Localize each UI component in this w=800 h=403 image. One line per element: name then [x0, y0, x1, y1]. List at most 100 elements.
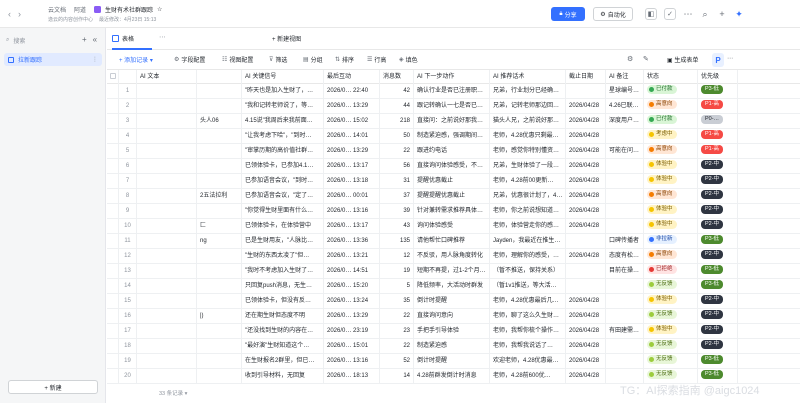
- table-cell[interactable]: 4.26已联…: [606, 99, 644, 114]
- breadcrumb-item[interactable]: 云文档: [48, 5, 66, 14]
- table-cell[interactable]: [137, 159, 197, 174]
- table-row[interactable]: 16 |) 还在期生财但态度不明 2026/0… 13:29 22 直接询问意向 老师，聊了…: [107, 309, 800, 324]
- status-cell[interactable]: 高意向: [644, 189, 698, 204]
- status-cell[interactable]: 非拉新: [644, 234, 698, 249]
- table-cell[interactable]: 老师，4.28前00更新…: [490, 174, 566, 189]
- table-cell[interactable]: [197, 354, 242, 369]
- table-cell[interactable]: 2026/0… 13:16: [324, 354, 380, 369]
- table-row[interactable]: 9 "你觉得生财里面有什么… 2026/0… 13:16 39 针对兼转需求推荐具体… 老…: [107, 204, 800, 219]
- row-checkbox-cell[interactable]: [107, 99, 119, 114]
- row-index[interactable]: 11: [119, 234, 137, 249]
- table-row[interactable]: 12 "生财的东西太凌了"但… 2026/0… 13:21 12 不反驳，用人脉角度转化…: [107, 249, 800, 264]
- row-index[interactable]: 6: [119, 159, 137, 174]
- column-header[interactable]: AI 下一步动作: [414, 70, 490, 84]
- table-cell[interactable]: [137, 114, 197, 129]
- table-cell[interactable]: 2026/0… 15:02: [324, 114, 380, 129]
- table-cell[interactable]: 老师，体验营走你的感…: [490, 219, 566, 234]
- table-row[interactable]: 15 已领体验卡，但没有反… 2026/0… 13:24 35 倒计时提醒 老师，4.28…: [107, 294, 800, 309]
- column-header[interactable]: AI 关键信号: [242, 70, 324, 84]
- table-cell[interactable]: 23: [380, 324, 414, 339]
- table-cell[interactable]: 还在期生财但态度不明: [242, 309, 324, 324]
- row-checkbox-cell[interactable]: [107, 354, 119, 369]
- table-cell[interactable]: [606, 204, 644, 219]
- table-cell[interactable]: 头人06: [197, 114, 242, 129]
- table-cell[interactable]: 50: [380, 129, 414, 144]
- table-cell[interactable]: 猫头人兄，之前说好那…: [490, 114, 566, 129]
- row-checkbox-cell[interactable]: [107, 279, 119, 294]
- status-cell[interactable]: 无反馈: [644, 279, 698, 294]
- table-cell[interactable]: （暂1v1推送，等大活…: [490, 279, 566, 294]
- row-checkbox-cell[interactable]: [107, 234, 119, 249]
- table-cell[interactable]: 2026/04/28: [566, 369, 606, 384]
- table-cell[interactable]: 老师，我帮你梳个操作…: [490, 324, 566, 339]
- table-cell[interactable]: 星球编号…: [606, 84, 644, 99]
- table-row[interactable]: 6 已领体验卡，已参加4.1… 2026/0… 13:17 56 直接询问体验感受，不……: [107, 159, 800, 174]
- table-cell[interactable]: 提醒优惠截止: [414, 174, 490, 189]
- sidebar-search[interactable]: ⌕ 搜索: [6, 36, 25, 45]
- table-cell[interactable]: 2026/04/28: [566, 204, 606, 219]
- priority-cell[interactable]: P3-低: [698, 234, 738, 249]
- checkbox-icon[interactable]: [110, 72, 116, 79]
- column-header[interactable]: [197, 70, 242, 84]
- table-cell[interactable]: 4.28前群发倒计时消息: [414, 369, 490, 384]
- table-cell[interactable]: 2五法拉利: [197, 189, 242, 204]
- table-cell[interactable]: 态度有松…: [606, 249, 644, 264]
- status-cell[interactable]: 无反馈: [644, 354, 698, 369]
- table-cell[interactable]: 兄弟，行业划分已经确…: [490, 84, 566, 99]
- table-cell[interactable]: 已参加语音会议，"到时…: [242, 174, 324, 189]
- table-cell[interactable]: [197, 84, 242, 99]
- row-checkbox-cell[interactable]: [107, 159, 119, 174]
- priority-cell[interactable]: P2-中: [698, 249, 738, 264]
- table-cell[interactable]: 跟记转确认一七是否已…: [414, 99, 490, 114]
- row-index[interactable]: 7: [119, 174, 137, 189]
- row-checkbox-cell[interactable]: [107, 144, 119, 159]
- table-cell[interactable]: 2026/0… 13:17: [324, 219, 380, 234]
- table-cell[interactable]: 2026/04/28: [566, 99, 606, 114]
- table-cell[interactable]: 2026/0… 13:16: [324, 204, 380, 219]
- priority-cell[interactable]: P2-中: [698, 324, 738, 339]
- table-cell[interactable]: [606, 219, 644, 234]
- priority-cell[interactable]: P2-中: [698, 294, 738, 309]
- table-cell[interactable]: [566, 234, 606, 249]
- table-cell[interactable]: 针对兼转需求推荐具体…: [414, 204, 490, 219]
- priority-cell[interactable]: P1-高: [698, 129, 738, 144]
- status-cell[interactable]: 高意向: [644, 144, 698, 159]
- ai-sparkle-icon[interactable]: ✦: [734, 9, 744, 20]
- check-icon[interactable]: ✓: [664, 8, 676, 20]
- priority-cell[interactable]: P3-低: [698, 264, 738, 279]
- table-cell[interactable]: [137, 84, 197, 99]
- row-checkbox-cell[interactable]: [107, 174, 119, 189]
- priority-cell[interactable]: P1-高: [698, 144, 738, 159]
- table-row[interactable]: 1 "昨天也是加入生财了，… 2026/0… 22:40 42 确认行业是否已注册职… 兄…: [107, 84, 800, 99]
- breadcrumb-item[interactable]: 阿道: [74, 5, 86, 14]
- row-checkbox-cell[interactable]: [107, 264, 119, 279]
- row-index[interactable]: 8: [119, 189, 137, 204]
- group-button[interactable]: ▤ 分组: [303, 55, 323, 64]
- column-header[interactable]: 截止日期: [566, 70, 606, 84]
- status-cell[interactable]: 体验中: [644, 159, 698, 174]
- table-cell[interactable]: 2026/0… 13:29: [324, 99, 380, 114]
- table-cell[interactable]: [197, 159, 242, 174]
- table-cell[interactable]: [137, 174, 197, 189]
- table-cell[interactable]: 22: [380, 309, 414, 324]
- table-cell[interactable]: 老师，4.28前600优…: [490, 369, 566, 384]
- table-cell[interactable]: 2026/0… 13:21: [324, 249, 380, 264]
- table-cell[interactable]: 2026/04/28: [566, 249, 606, 264]
- forward-arrow-icon[interactable]: ›: [18, 9, 21, 19]
- table-cell[interactable]: 口碑传播者: [606, 234, 644, 249]
- table-cell[interactable]: "我和记转老师说了，等…: [242, 99, 324, 114]
- table-cell[interactable]: 已领体验卡，在体验营中: [242, 219, 324, 234]
- table-cell[interactable]: 2026/0… 13:18: [324, 174, 380, 189]
- table-cell[interactable]: 可能在问…: [606, 144, 644, 159]
- table-cell[interactable]: [566, 279, 606, 294]
- table-cell[interactable]: [137, 144, 197, 159]
- table-cell[interactable]: 35: [380, 294, 414, 309]
- table-cell[interactable]: 短期不再提，过1-2个月…: [414, 264, 490, 279]
- table-cell[interactable]: [606, 294, 644, 309]
- table-cell[interactable]: 52: [380, 354, 414, 369]
- table-cell[interactable]: 确认行业是否已注册职…: [414, 84, 490, 99]
- table-cell[interactable]: 老师，4.28优惠最后几…: [490, 294, 566, 309]
- row-checkbox-cell[interactable]: [107, 249, 119, 264]
- table-cell[interactable]: [137, 324, 197, 339]
- status-cell[interactable]: 体验中: [644, 324, 698, 339]
